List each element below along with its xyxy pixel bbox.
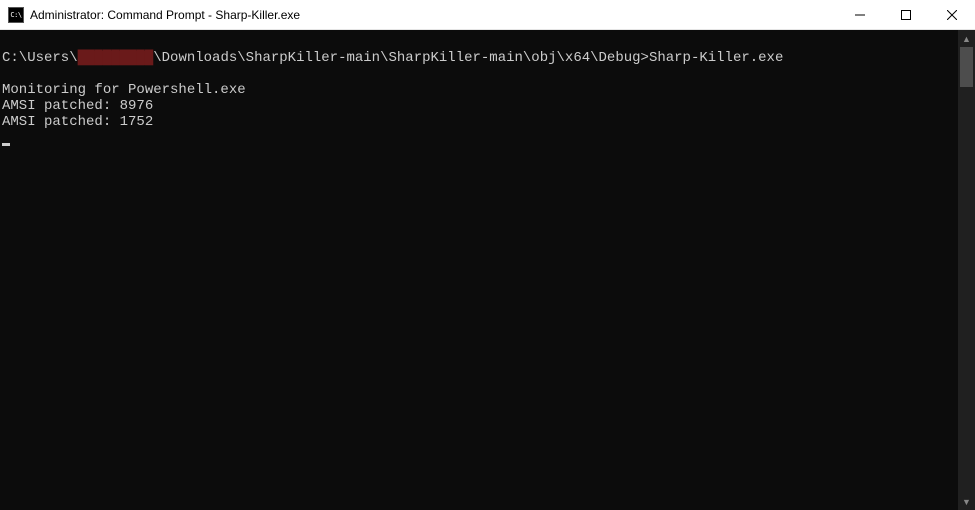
prompt-suffix: \Downloads\SharpKiller-main\SharpKiller-… (153, 50, 649, 66)
titlebar: C:\ Administrator: Command Prompt - Shar… (0, 0, 975, 30)
scroll-thumb[interactable] (960, 47, 973, 87)
command-text: Sharp-Killer.exe (649, 50, 783, 66)
maximize-button[interactable] (883, 0, 929, 29)
output-line: Monitoring for Powershell.exe (2, 82, 246, 98)
window-controls (837, 0, 975, 29)
prompt-line: C:\Users\█████████\Downloads\SharpKiller… (2, 50, 956, 66)
cursor (2, 143, 10, 146)
scroll-up-arrow-icon[interactable]: ▲ (958, 30, 975, 47)
scrollbar[interactable]: ▲ ▼ (958, 30, 975, 510)
cmd-icon-text: C:\ (10, 11, 21, 19)
minimize-button[interactable] (837, 0, 883, 29)
prompt-prefix: C:\Users\ (2, 50, 78, 66)
cmd-icon: C:\ (8, 7, 24, 23)
redacted-username: █████████ (78, 51, 154, 65)
output-line: AMSI patched: 1752 (2, 114, 153, 130)
scroll-down-arrow-icon[interactable]: ▼ (958, 493, 975, 510)
close-button[interactable] (929, 0, 975, 29)
output-line: AMSI patched: 8976 (2, 98, 153, 114)
window-title: Administrator: Command Prompt - Sharp-Ki… (30, 8, 300, 22)
terminal-container: C:\Users\█████████\Downloads\SharpKiller… (0, 30, 975, 510)
terminal-output[interactable]: C:\Users\█████████\Downloads\SharpKiller… (0, 30, 958, 510)
